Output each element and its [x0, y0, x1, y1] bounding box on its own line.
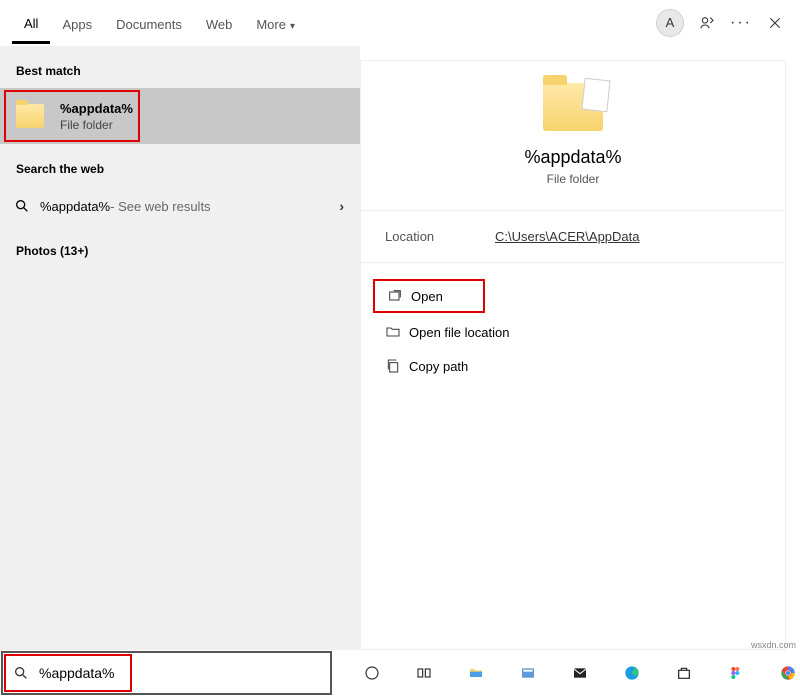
folder-icon [16, 104, 44, 128]
search-web-header: Search the web [0, 144, 360, 186]
action-open-location[interactable]: Open file location [373, 315, 773, 349]
copy-icon [385, 358, 409, 374]
task-view-icon[interactable] [412, 661, 436, 685]
app-icon[interactable] [516, 661, 540, 685]
action-open-location-label: Open file location [409, 325, 509, 340]
figma-icon[interactable] [724, 661, 748, 685]
folder-icon [543, 83, 603, 131]
folder-location-icon [385, 324, 409, 340]
watermark: wsxdn.com [751, 640, 796, 650]
action-open[interactable]: Open [373, 279, 485, 313]
preview-actions: Open Open file location Copy path [361, 263, 785, 399]
tab-all[interactable]: All [12, 2, 50, 44]
best-match-title: %appdata% [60, 101, 133, 116]
close-icon[interactable] [758, 6, 792, 40]
mail-icon[interactable] [568, 661, 592, 685]
photos-header[interactable]: Photos (13+) [0, 226, 360, 268]
chevron-right-icon: › [339, 198, 344, 214]
best-match-header: Best match [0, 46, 360, 88]
action-copy-path-label: Copy path [409, 359, 468, 374]
feedback-icon[interactable] [690, 6, 724, 40]
location-path[interactable]: C:\Users\ACER\AppData [495, 229, 640, 244]
web-result-term: %appdata% [40, 199, 110, 214]
store-icon[interactable] [672, 661, 696, 685]
preview-subtitle: File folder [547, 172, 600, 186]
preview-card: %appdata% File folder Location C:\Users\… [360, 60, 786, 650]
chrome-icon[interactable] [776, 661, 800, 685]
location-label: Location [385, 229, 495, 244]
web-result-suffix: - See web results [110, 199, 210, 214]
preview-panel: %appdata% File folder Location C:\Users\… [360, 46, 800, 650]
edge-icon[interactable] [620, 661, 644, 685]
web-result-row[interactable]: %appdata% - See web results › [0, 186, 360, 226]
best-match-text: %appdata% File folder [60, 101, 133, 132]
results-panel: Best match %appdata% File folder Search … [0, 46, 360, 650]
location-row: Location C:\Users\ACER\AppData [361, 211, 785, 263]
file-explorer-icon[interactable] [464, 661, 488, 685]
cortana-icon[interactable] [360, 661, 384, 685]
more-options-icon[interactable]: ··· [724, 6, 758, 40]
taskbar-icons [360, 661, 800, 685]
tab-more[interactable]: More▾ [244, 3, 307, 42]
taskbar-search-box[interactable] [1, 651, 332, 695]
taskbar [0, 650, 800, 696]
search-tabs: All Apps Documents Web More▾ A ··· [0, 0, 800, 46]
best-match-subtitle: File folder [60, 118, 133, 132]
preview-title: %appdata% [524, 147, 621, 168]
best-match-result[interactable]: %appdata% File folder [0, 88, 360, 144]
preview-header: %appdata% File folder [361, 61, 785, 211]
tab-web[interactable]: Web [194, 3, 245, 42]
action-open-label: Open [411, 289, 443, 304]
tab-documents[interactable]: Documents [104, 3, 194, 42]
tab-apps[interactable]: Apps [50, 3, 104, 42]
chevron-down-icon: ▾ [290, 21, 295, 32]
user-avatar[interactable]: A [656, 9, 684, 37]
search-input[interactable] [39, 665, 330, 681]
search-body: Best match %appdata% File folder Search … [0, 46, 800, 650]
action-copy-path[interactable]: Copy path [373, 349, 773, 383]
search-icon [14, 198, 30, 214]
search-icon [13, 665, 29, 681]
open-icon [387, 288, 411, 304]
